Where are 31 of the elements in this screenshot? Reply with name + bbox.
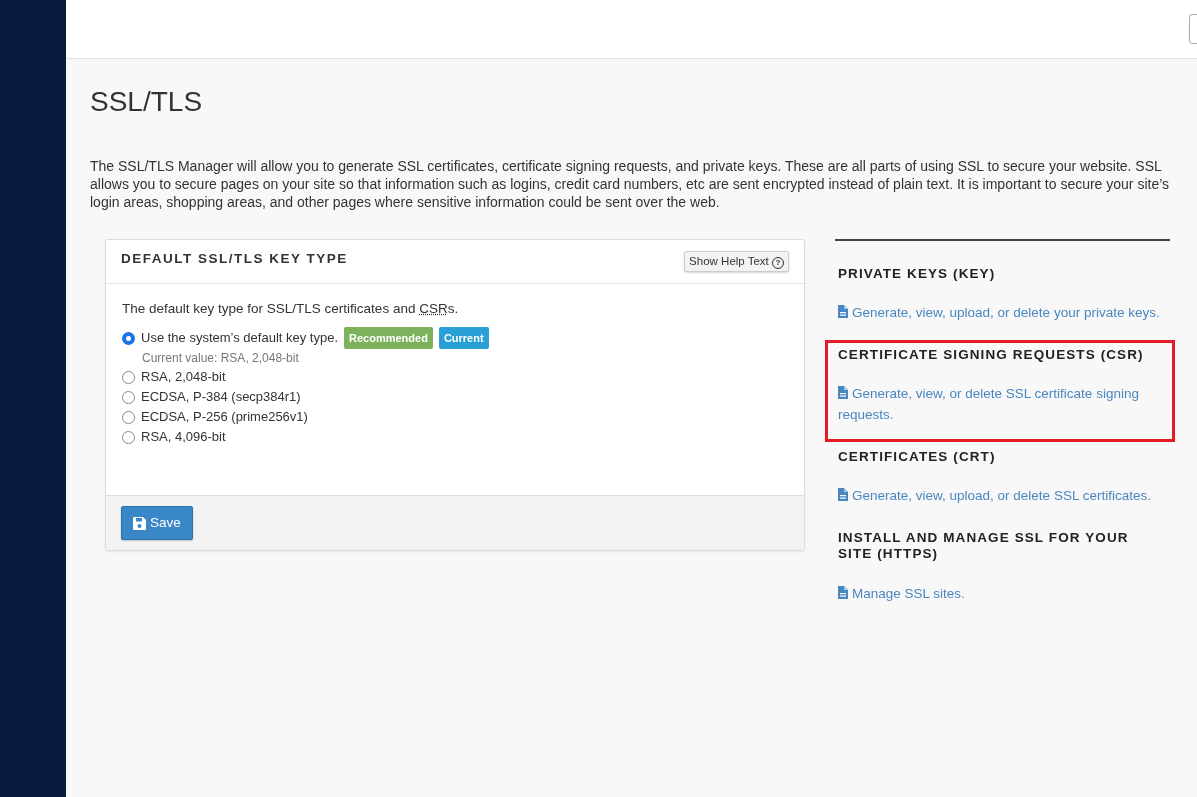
status-label: Current <box>438 327 489 350</box>
key-type-radio[interactable] <box>122 370 135 384</box>
current-value-note: Current value: RSA, 2,048-bit <box>142 350 300 368</box>
key-type-radio[interactable] <box>122 390 135 404</box>
document-icon <box>838 385 848 399</box>
section-link[interactable]: Generate, view, or delete SSL certificate signing requests. <box>838 382 1162 425</box>
key-type-radio[interactable] <box>122 410 135 424</box>
key-type-radio[interactable] <box>122 331 135 345</box>
section-link[interactable]: Generate, view, upload, or delete SSL certificates. <box>838 485 1162 507</box>
save-button[interactable]: Save <box>121 506 193 541</box>
document-icon <box>838 304 848 318</box>
document-icon <box>838 488 848 502</box>
option-label[interactable]: RSA, 2,048-bit <box>141 367 226 388</box>
page-title: SSL/TLS <box>90 85 204 119</box>
page-description: The SSL/TLS Manager will allow you to generate SSL certificates, certificate signing requests, and private keys. These are all parts of using SSL to secure your website. SSL allows you to secure pages on your site so that information such as logins, credit card numbers, etc are sent encrypted instead of plain text. It is important to secure your site’s login areas, shopping areas, and other pages where sensitive information could be sent over the web. <box>90 156 1171 211</box>
status-label: Recommended <box>344 327 433 350</box>
panel-title: DEFAULT SSL/TLS KEY TYPE <box>121 250 348 267</box>
help-text-button[interactable]: Show Help Text ? <box>684 250 789 272</box>
intro-text: The default key type for SSL/TLS certificates and CSRs. <box>122 299 460 318</box>
section-link[interactable]: Manage SSL sites. <box>838 582 1162 604</box>
option-label[interactable]: RSA, 4,096-bit <box>141 427 226 448</box>
section-link[interactable]: Generate, view, upload, or delete your private keys. <box>838 301 1162 323</box>
section-heading: INSTALL AND MANAGE SSL FOR YOUR SITE (HTTPS) <box>838 530 1130 563</box>
section-heading: CERTIFICATE SIGNING REQUESTS (CSR) <box>838 346 1145 363</box>
document-icon <box>838 585 848 599</box>
option-label[interactable]: ECDSA, P-256 (prime256v1) <box>141 407 308 428</box>
section-heading: PRIVATE KEYS (KEY) <box>838 265 997 282</box>
option-label[interactable]: Use the system’s default key type. <box>141 328 339 349</box>
key-type-radio[interactable] <box>122 430 135 444</box>
option-label[interactable]: ECDSA, P-384 (secp384r1) <box>141 387 301 408</box>
section-heading: CERTIFICATES (CRT) <box>838 448 997 466</box>
